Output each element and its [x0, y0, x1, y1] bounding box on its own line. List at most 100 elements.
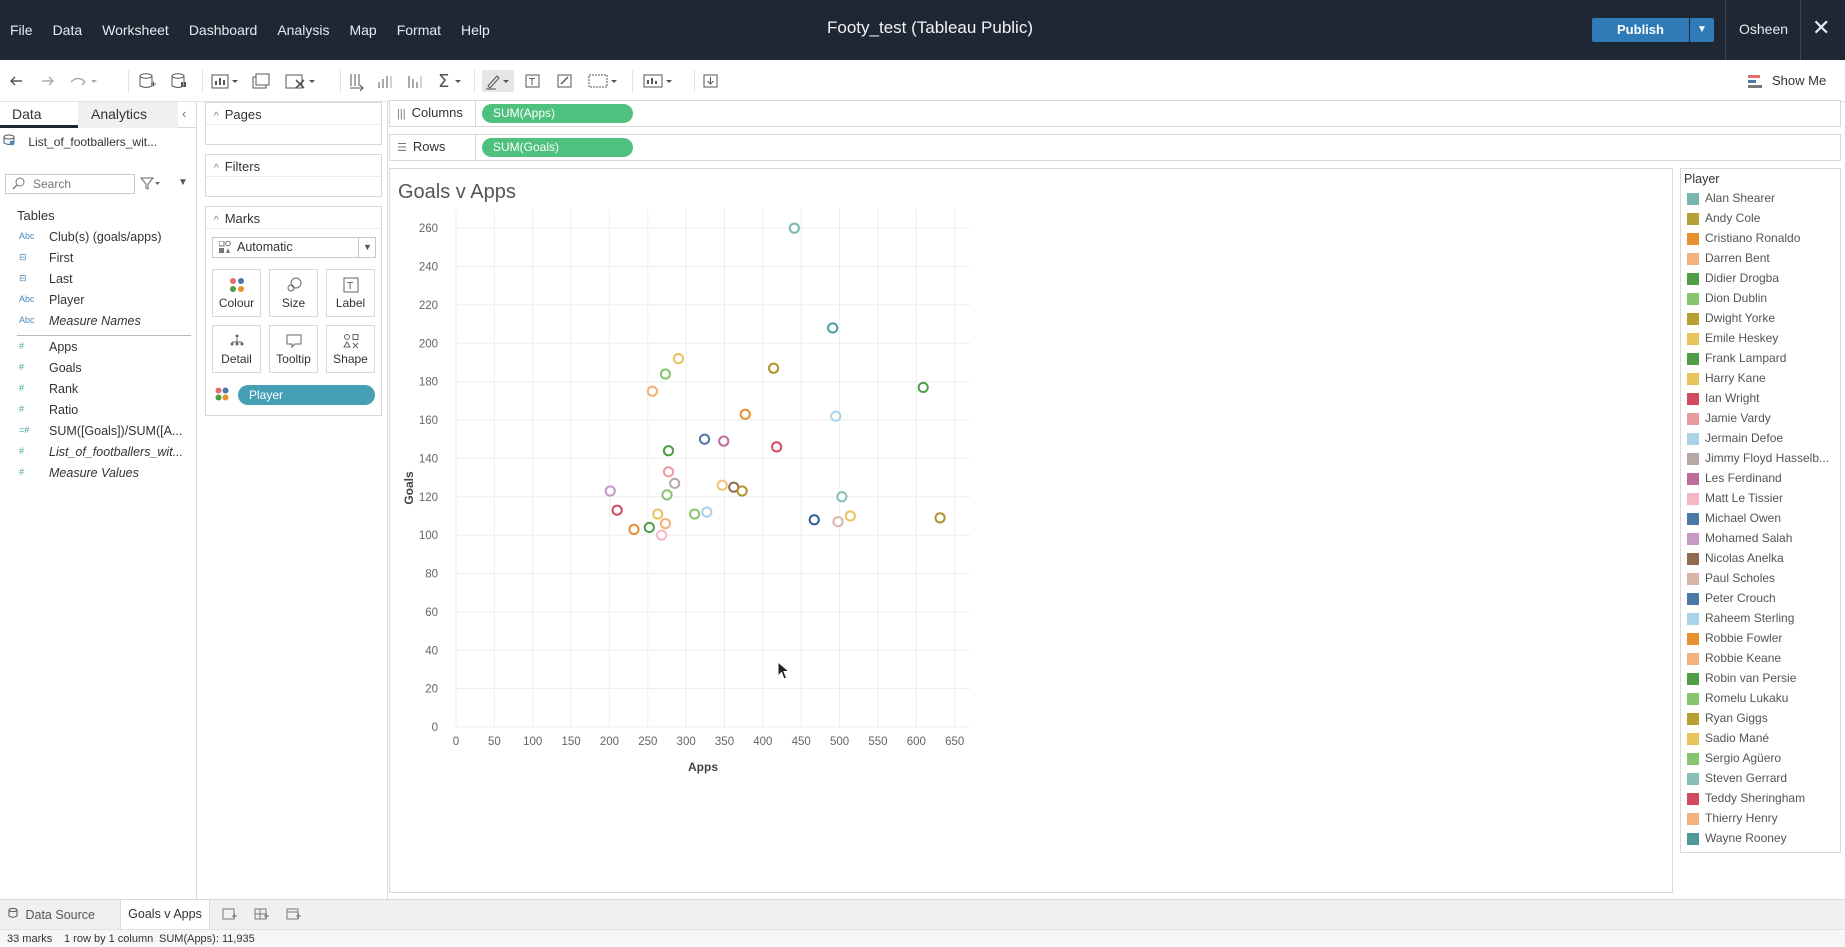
legend-item[interactable]: Sadio Mané	[1687, 729, 1840, 749]
legend-item[interactable]: Robbie Keane	[1687, 649, 1840, 669]
pages-card[interactable]: ^ Pages	[205, 102, 382, 145]
close-icon[interactable]: ✕	[1812, 15, 1830, 41]
totals-icon[interactable]: Σ	[436, 70, 464, 92]
scatter-point[interactable]	[827, 322, 839, 334]
fit-icon[interactable]	[586, 70, 620, 92]
scatter-point[interactable]	[701, 506, 713, 518]
legend-item[interactable]: Robbie Fowler	[1687, 629, 1840, 649]
legend-item[interactable]: Mohamed Salah	[1687, 529, 1840, 549]
scatter-point[interactable]	[808, 514, 820, 526]
scatter-point[interactable]	[716, 479, 728, 491]
scatter-chart[interactable]: 0 50 100 150 200 250 300 350 400 450 500 550 600 650 0…	[390, 169, 1672, 892]
field-measure-names[interactable]: Abc Measure Names	[0, 312, 197, 333]
caret-icon[interactable]: ^	[214, 111, 219, 122]
scatter-point[interactable]	[934, 512, 946, 524]
legend-item[interactable]: Les Ferdinand	[1687, 469, 1840, 489]
detail-button[interactable]: Detail	[212, 325, 261, 373]
new-worksheet-icon[interactable]	[210, 70, 240, 92]
replay-icon[interactable]	[68, 70, 98, 92]
legend-item[interactable]: Matt Le Tissier	[1687, 489, 1840, 509]
label-button[interactable]: T Label	[326, 269, 375, 317]
datasource-item[interactable]: List_of_footballers_wit...	[3, 134, 157, 149]
scatter-point[interactable]	[830, 410, 842, 422]
legend-item[interactable]: Thierry Henry	[1687, 809, 1840, 829]
show-mark-labels-icon[interactable]: T	[522, 70, 544, 92]
scatter-point[interactable]	[768, 362, 780, 374]
field-ratio[interactable]: # Ratio	[0, 401, 197, 422]
scatter-point[interactable]	[662, 466, 675, 478]
new-datasource-icon[interactable]	[136, 70, 158, 92]
field-count[interactable]: # List_of_footballers_wit...	[0, 443, 197, 464]
scatter-point[interactable]	[661, 489, 673, 501]
clear-sheet-icon[interactable]	[284, 70, 318, 92]
legend-item[interactable]: Sergio Agüero	[1687, 749, 1840, 769]
scatter-point[interactable]	[628, 523, 640, 535]
publish-button[interactable]: Publish	[1592, 18, 1689, 42]
legend-item[interactable]: Dwight Yorke	[1687, 309, 1840, 329]
scatter-point[interactable]	[659, 368, 672, 380]
field-goals[interactable]: # Goals	[0, 359, 197, 380]
download-icon[interactable]	[700, 70, 722, 92]
legend-item[interactable]: Darren Bent	[1687, 249, 1840, 269]
pane-menu-icon[interactable]: ▼	[178, 177, 188, 188]
filter-icon[interactable]	[139, 176, 162, 193]
scatter-point[interactable]	[844, 510, 856, 522]
undo-icon[interactable]	[6, 70, 26, 92]
scatter-point[interactable]	[604, 485, 616, 497]
field-apps[interactable]: # Apps	[0, 338, 197, 359]
caret-icon[interactable]: ^	[214, 163, 219, 174]
legend-item[interactable]: Romelu Lukaku	[1687, 689, 1840, 709]
legend-item[interactable]: Michael Owen	[1687, 509, 1840, 529]
scatter-point[interactable]	[656, 529, 668, 541]
scatter-point[interactable]	[836, 491, 848, 503]
highlight-icon[interactable]	[482, 70, 514, 92]
scatter-point[interactable]	[659, 518, 672, 530]
new-dashboard-icon[interactable]	[254, 906, 270, 925]
pause-updates-icon[interactable]	[168, 70, 190, 92]
new-story-icon[interactable]	[286, 906, 302, 925]
legend-item[interactable]: Harry Kane	[1687, 369, 1840, 389]
annotate-icon[interactable]	[554, 70, 576, 92]
scatter-point[interactable]	[688, 508, 701, 520]
field-rank[interactable]: # Rank	[0, 380, 197, 401]
show-me-button[interactable]: Show Me	[1772, 70, 1826, 92]
scatter-point[interactable]	[643, 521, 655, 534]
legend-item[interactable]: Peter Crouch	[1687, 589, 1840, 609]
filters-card[interactable]: ^ Filters	[205, 154, 382, 197]
user-name[interactable]: Osheen	[1739, 21, 1788, 37]
scatter-point[interactable]	[611, 504, 623, 516]
field-measure-values[interactable]: # Measure Values	[0, 464, 197, 485]
scatter-point[interactable]	[662, 445, 675, 457]
legend-item[interactable]: Dion Dublin	[1687, 289, 1840, 309]
legend-item[interactable]: Jermain Defoe	[1687, 429, 1840, 449]
field-search-input[interactable]: Search	[5, 174, 135, 194]
columns-shelf[interactable]: ||| Columns SUM(Apps)	[389, 100, 1841, 127]
size-button[interactable]: Size	[269, 269, 318, 317]
legend-item[interactable]: Frank Lampard	[1687, 349, 1840, 369]
scatter-point[interactable]	[718, 435, 730, 447]
new-worksheet-icon[interactable]	[222, 906, 238, 925]
sort-ascending-icon[interactable]	[374, 70, 396, 92]
scatter-point[interactable]	[669, 477, 681, 489]
scatter-point[interactable]	[646, 385, 658, 397]
rows-pill[interactable]: SUM(Goals)	[482, 138, 633, 157]
legend-item[interactable]: Ian Wright	[1687, 389, 1840, 409]
legend-item[interactable]: Steven Gerrard	[1687, 769, 1840, 789]
scatter-point[interactable]	[672, 353, 685, 365]
rows-shelf[interactable]: ☰ Rows SUM(Goals)	[389, 134, 1841, 161]
duplicate-sheet-icon[interactable]	[250, 70, 272, 92]
scatter-point[interactable]	[652, 508, 664, 520]
legend-item[interactable]: Andy Cole	[1687, 209, 1840, 229]
scatter-point[interactable]	[788, 222, 800, 234]
field-player[interactable]: Abc Player	[0, 291, 197, 312]
sort-descending-icon[interactable]	[404, 70, 426, 92]
columns-pill[interactable]: SUM(Apps)	[482, 104, 633, 123]
scatter-point[interactable]	[832, 516, 844, 528]
legend-item[interactable]: Emile Heskey	[1687, 329, 1840, 349]
tooltip-button[interactable]: Tooltip	[269, 325, 318, 373]
legend-item[interactable]: Jamie Vardy	[1687, 409, 1840, 429]
publish-dropdown-icon[interactable]: ▼	[1690, 18, 1714, 42]
tab-data[interactable]: Data	[0, 102, 78, 128]
swap-rows-columns-icon[interactable]	[346, 70, 368, 92]
collapse-pane-icon[interactable]: ‹	[182, 106, 186, 121]
